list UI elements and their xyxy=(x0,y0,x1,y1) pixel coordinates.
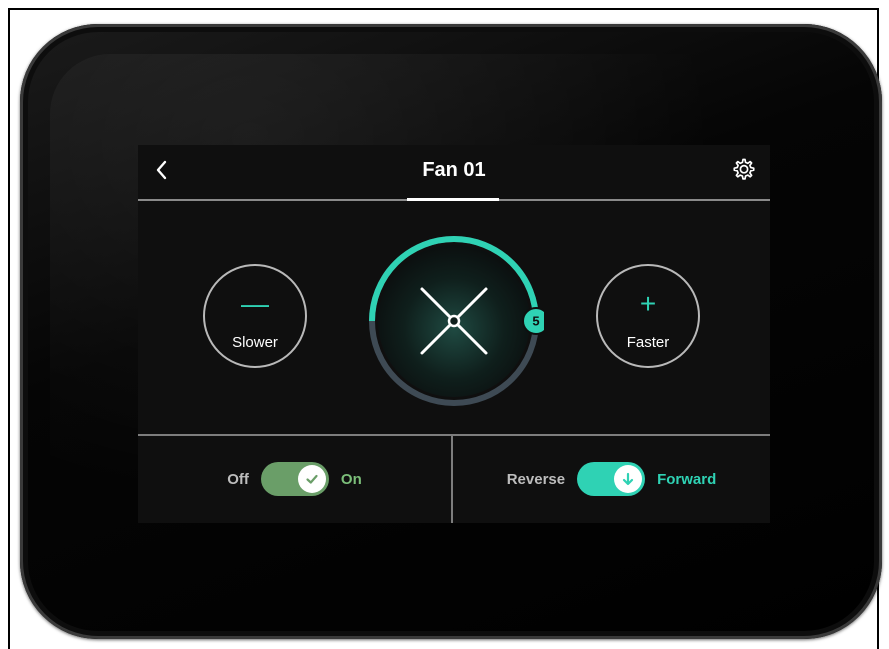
power-toggle-row: Off On xyxy=(138,435,451,523)
power-toggle-knob xyxy=(297,465,326,493)
speed-controls: — Slower 5 + Faster xyxy=(138,203,770,435)
faster-button[interactable]: + Faster xyxy=(596,264,700,368)
plus-icon: + xyxy=(639,288,657,319)
page-title: Fan 01 xyxy=(422,159,486,181)
power-toggle[interactable] xyxy=(260,462,329,496)
gear-icon xyxy=(733,158,755,180)
direction-toggle-row: Reverse Forward xyxy=(453,435,770,523)
direction-reverse-label: Reverse xyxy=(506,470,566,488)
slower-button[interactable]: — Slower xyxy=(203,264,307,368)
power-off-label: Off xyxy=(227,470,249,488)
check-icon xyxy=(306,474,318,484)
fan-speed-dial[interactable]: 5 xyxy=(364,231,544,411)
direction-forward-label: Forward xyxy=(657,470,717,488)
device-screen: Fan 01 — Slower 5 + Faster Off On Revers… xyxy=(138,145,770,523)
arrow-down-icon xyxy=(622,472,634,486)
slower-label: Slower xyxy=(232,334,278,351)
direction-toggle[interactable] xyxy=(577,462,646,496)
direction-toggle-knob xyxy=(614,465,643,493)
minus-icon: — xyxy=(241,288,269,319)
settings-button[interactable] xyxy=(728,153,760,185)
power-on-label: On xyxy=(340,470,362,488)
screen-header: Fan 01 xyxy=(138,145,770,197)
header-indicator xyxy=(407,198,499,201)
speed-level-value: 5 xyxy=(532,314,539,329)
faster-label: Faster xyxy=(626,334,670,351)
